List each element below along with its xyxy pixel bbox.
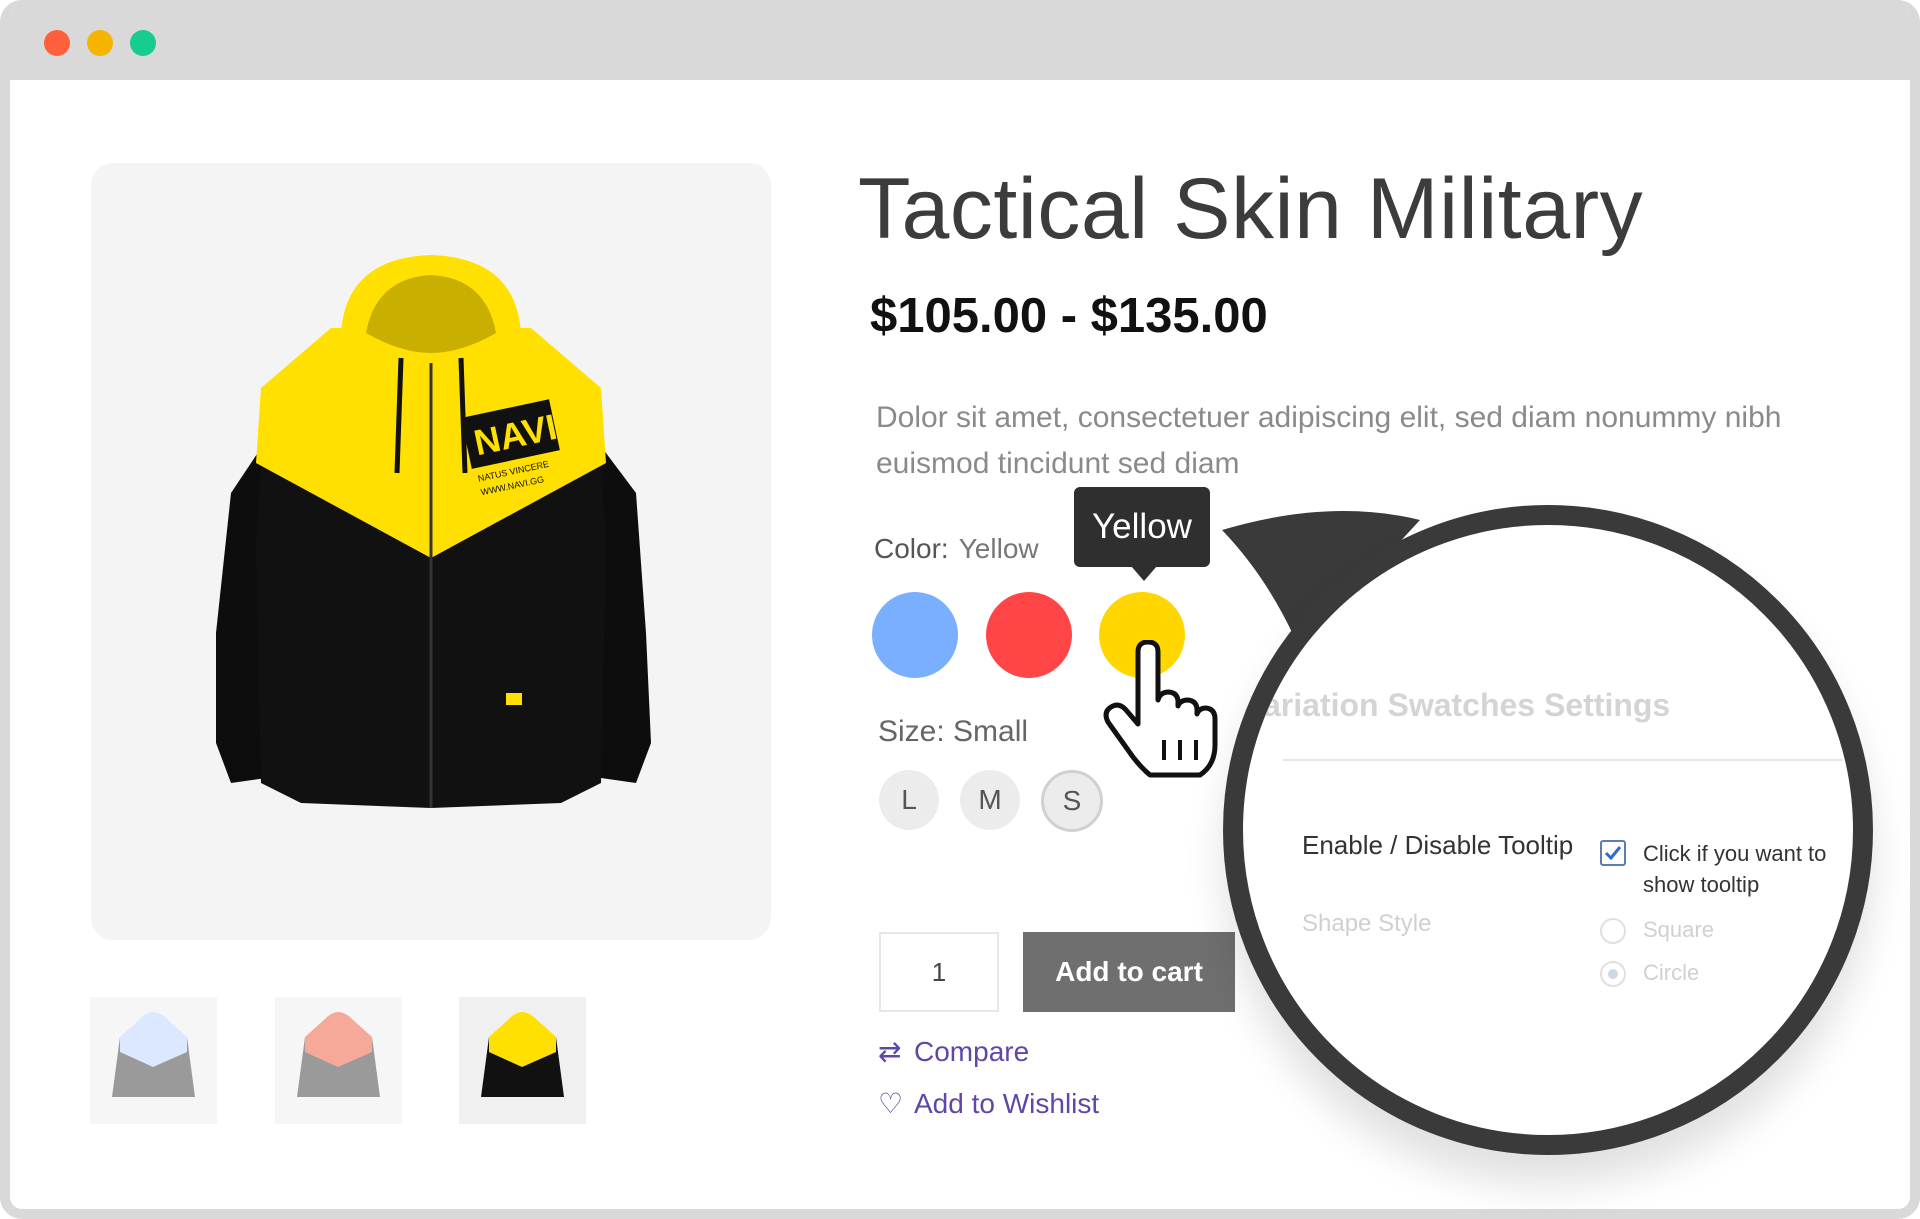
thumbnail-blue[interactable] [90,997,217,1124]
product-main-image: NAVI NATUS VINCERE WWW.NAVI.GG [91,163,771,940]
thumbnail-red[interactable] [275,997,402,1124]
settings-divider [1283,759,1843,761]
color-swatch-blue[interactable] [872,592,958,678]
maximize-window-button[interactable] [130,30,156,56]
size-button-l[interactable]: L [879,770,939,830]
thumbnail-yellow[interactable] [459,997,586,1124]
shape-style-label: Shape Style [1302,910,1432,937]
hoodie-thumbnail-icon [112,1012,195,1097]
compare-link-label: Compare [914,1036,1030,1067]
product-title: Tactical Skin Military [858,161,1644,257]
wishlist-link[interactable]: ♡ Add to Wishlist [878,1087,1099,1120]
hand-pointer-icon [1103,640,1218,778]
compare-link[interactable]: ⇄ Compare [878,1035,1029,1068]
checkmark-icon [1604,846,1622,861]
color-swatch-red[interactable] [986,592,1072,678]
tooltip-arrow [1131,566,1157,581]
shape-radio-circle-label: Circle [1643,960,1700,985]
close-window-button[interactable] [44,30,70,56]
tooltip-checkbox-label: Click if you want to show tooltip [1643,841,1827,897]
minimize-window-button[interactable] [87,30,113,56]
hoodie-image: NAVI NATUS VINCERE WWW.NAVI.GG [216,255,651,808]
tooltip-checkbox[interactable] [1600,840,1626,866]
color-label: Color: Yellow [874,533,1039,565]
product-description: Dolor sit amet, consectetuer adipiscing … [876,401,1782,480]
size-label: Size: Small [878,715,1029,748]
color-selected-value: Yellow [958,533,1039,564]
size-button-m[interactable]: M [960,770,1020,830]
hoodie-thumbnail-icon [481,1012,564,1097]
add-to-cart-button[interactable]: Add to cart [1023,932,1235,1012]
compare-arrows-icon: ⇄ [878,1036,902,1067]
size-button-s[interactable]: S [1041,770,1103,832]
wishlist-link-label: Add to Wishlist [914,1088,1100,1119]
shape-radio-square-label: Square [1643,917,1714,942]
product-price: $105.00 - $135.00 [870,289,1268,343]
heart-icon: ♡ [878,1088,904,1119]
settings-magnifier: ariation Swatches Settings Enable / Disa… [1223,505,1873,1155]
quantity-input[interactable]: 1 [879,932,999,1012]
color-label-text: Color: [874,533,949,564]
settings-title: ariation Swatches Settings [1263,687,1671,723]
shape-radio-circle[interactable] [1600,961,1626,987]
color-tooltip: Yellow [1074,487,1210,567]
hoodie-thumbnail-icon [297,1012,380,1097]
title-bar [10,0,1910,80]
tooltip-setting-label: Enable / Disable Tooltip [1302,830,1574,860]
shape-radio-square[interactable] [1600,918,1626,944]
